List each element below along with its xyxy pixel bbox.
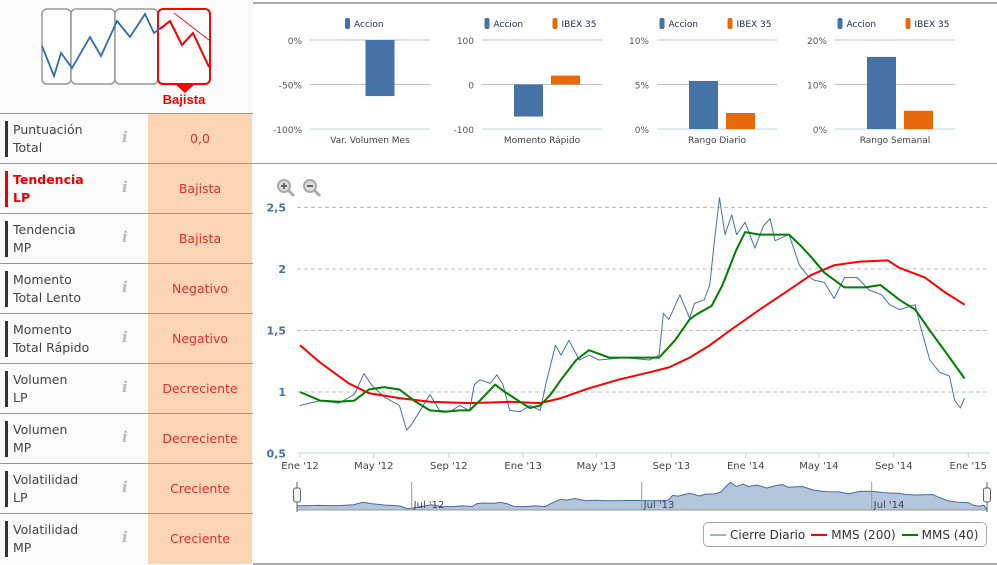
x-tick-label: May '13 xyxy=(577,461,616,472)
series-mms-40 xyxy=(299,231,966,413)
zoom-in-icon xyxy=(277,179,296,198)
price-chart: 2,5 2 1,5 1 0,5Ene '12 May '12 Sep '12 Ene '13 M… xyxy=(267,197,991,512)
legend-item-mms-200[interactable]: MMS (200) xyxy=(811,527,896,542)
y-tick-label: 2 xyxy=(278,263,286,276)
x-tick-label: May '14 xyxy=(799,461,838,472)
zoom-out-button[interactable] xyxy=(302,178,322,198)
series-cierre-diario xyxy=(299,197,966,431)
legend-item-cierre-diario[interactable]: Cierre Diario xyxy=(710,528,805,542)
x-tick-label: Sep '14 xyxy=(875,461,913,472)
legend-item-mms-40[interactable]: MMS (40) xyxy=(901,527,979,542)
legend-swatch xyxy=(710,533,726,536)
navigator-handle-grip xyxy=(293,487,301,503)
series-mms-200 xyxy=(299,259,966,405)
y-tick-label: 2,5 xyxy=(267,202,287,215)
y-tick-label: 0,5 xyxy=(267,448,287,461)
y-tick-label: 1,5 xyxy=(267,325,287,338)
x-tick-label: Ene '15 xyxy=(950,461,987,472)
y-tick-label: 1 xyxy=(278,386,286,399)
navigator-tick-label: Jul '13 xyxy=(643,500,675,511)
x-tick-label: Ene '12 xyxy=(281,461,318,472)
legend-label: MMS (40) xyxy=(921,527,979,542)
legend-label: Cierre Diario xyxy=(730,527,806,542)
zoom-in-button[interactable] xyxy=(276,178,296,198)
navigator-tick-label: Jul '14 xyxy=(873,500,905,511)
chart-legend: Cierre Diario MMS (200) MMS (40) xyxy=(703,522,987,547)
zoom-out-icon xyxy=(303,179,322,198)
legend-label: MMS (200) xyxy=(831,527,896,542)
x-tick-label: May '12 xyxy=(354,461,393,472)
x-tick-label: Sep '12 xyxy=(430,461,468,472)
legend-swatch xyxy=(811,533,828,536)
navigator-tick-label: Jul '12 xyxy=(413,500,445,511)
x-tick-label: Ene '14 xyxy=(727,461,764,472)
x-tick-label: Sep '13 xyxy=(653,461,691,472)
x-tick-label: Ene '13 xyxy=(504,461,541,472)
navigator-handle-grip xyxy=(983,487,991,503)
legend-swatch xyxy=(901,533,918,536)
